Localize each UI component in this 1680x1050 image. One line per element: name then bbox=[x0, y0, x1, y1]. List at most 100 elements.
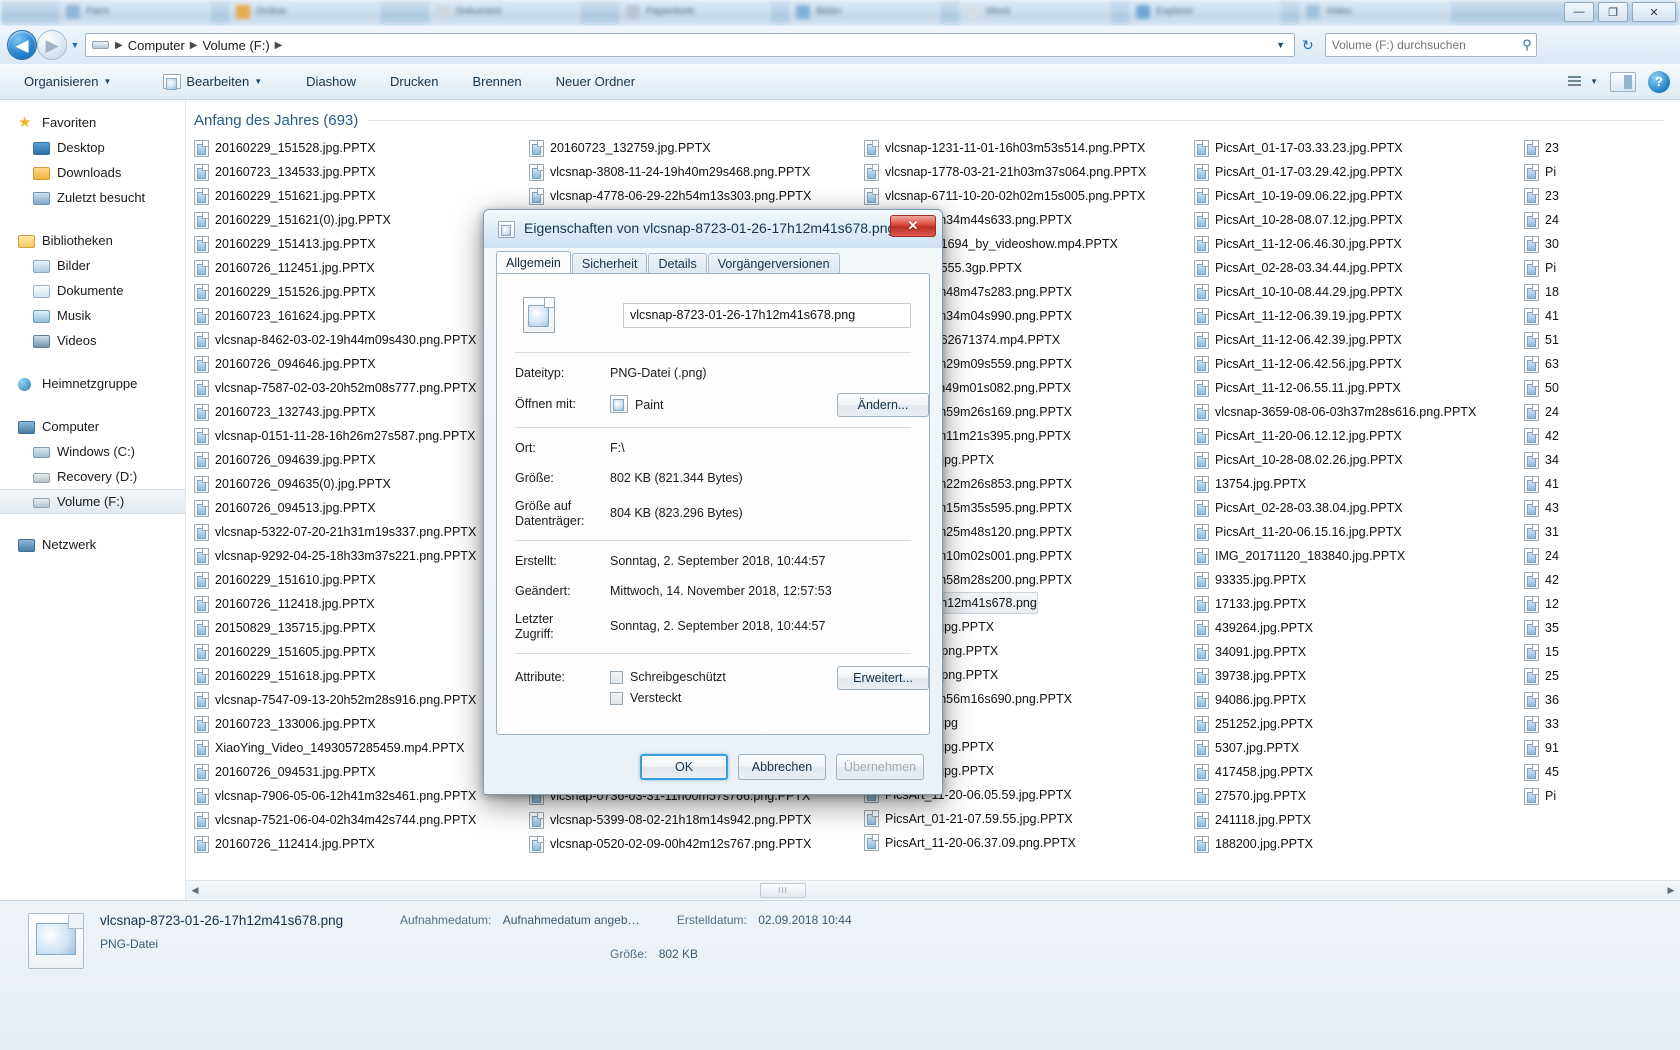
tab-details[interactable]: Details bbox=[648, 253, 707, 274]
file-item[interactable]: 20160229_151621(0).jpg.PPTX bbox=[192, 208, 527, 232]
apply-button[interactable]: Übernehmen bbox=[836, 754, 924, 780]
sidebar-item-computer[interactable]: Computer bbox=[0, 414, 185, 439]
dialog-tabs[interactable]: Allgemein Sicherheit Details Vorgängerve… bbox=[496, 251, 930, 274]
file-item[interactable]: 20160229_151413.jpg.PPTX bbox=[192, 232, 527, 256]
file-item[interactable]: vlcsnap-8462-03-02-19h44m09s430.png.PPTX bbox=[192, 328, 527, 352]
file-item[interactable]: 417458.jpg.PPTX bbox=[1192, 760, 1522, 784]
file-item[interactable]: PicsArt_01-21-07.59.55.jpg.PPTX bbox=[862, 807, 1192, 831]
cancel-button[interactable]: Abbrechen bbox=[738, 754, 826, 780]
file-item[interactable]: 20160229_151605.jpg.PPTX bbox=[192, 640, 527, 664]
search-box[interactable]: ⚲ bbox=[1324, 33, 1537, 57]
file-item[interactable]: 20160229_151526.jpg.PPTX bbox=[192, 280, 527, 304]
file-item[interactable]: 20160723_132759.jpg.PPTX bbox=[527, 136, 862, 160]
change-program-button[interactable]: Ändern... bbox=[837, 393, 929, 417]
file-item[interactable]: 41 bbox=[1522, 472, 1672, 496]
file-item[interactable]: 20160723_161624.jpg.PPTX bbox=[192, 304, 527, 328]
file-item[interactable]: Pi bbox=[1522, 784, 1672, 808]
file-item[interactable]: 33 bbox=[1522, 712, 1672, 736]
file-item[interactable]: PicsArt_10-28-08.02.26.jpg.PPTX bbox=[1192, 448, 1522, 472]
history-dropdown-icon[interactable]: ▼ bbox=[67, 30, 83, 60]
file-item[interactable]: 188200.jpg.PPTX bbox=[1192, 832, 1522, 856]
navigation-pane[interactable]: ★ Favoriten Desktop Downloads Zuletzt besuch… bbox=[0, 100, 186, 900]
file-item[interactable]: vlcsnap-4778-06-29-22h54m13s303.png.PPTX bbox=[527, 184, 862, 208]
file-item[interactable]: PicsArt_11-20-06.15.16.jpg.PPTX bbox=[1192, 520, 1522, 544]
refresh-icon[interactable]: ↻ bbox=[1295, 37, 1321, 54]
window-close-button[interactable]: ✕ bbox=[1632, 2, 1676, 22]
taskbar-item[interactable] bbox=[430, 2, 580, 24]
file-item[interactable]: vlcsnap-7587-02-03-20h52m08s777.png.PPTX bbox=[192, 376, 527, 400]
file-item[interactable]: 20150829_135715.jpg.PPTX bbox=[192, 616, 527, 640]
filename-field[interactable]: vlcsnap-8723-01-26-17h12m41s678.png bbox=[623, 302, 911, 328]
file-item[interactable]: 24 bbox=[1522, 544, 1672, 568]
details-capture-value[interactable]: Aufnahmedatum angeb… bbox=[495, 913, 640, 927]
file-item[interactable]: 39738.jpg.PPTX bbox=[1192, 664, 1522, 688]
organize-button[interactable]: Organisieren ▼ bbox=[12, 69, 123, 95]
slideshow-button[interactable]: Diashow bbox=[294, 69, 368, 95]
tab-allgemein[interactable]: Allgemein bbox=[496, 251, 571, 274]
file-item[interactable]: 30 bbox=[1522, 232, 1672, 256]
file-item[interactable]: PicsArt_02-28-03.34.44.jpg.PPTX bbox=[1192, 256, 1522, 280]
file-item[interactable]: 15 bbox=[1522, 640, 1672, 664]
properties-dialog[interactable]: Eigenschaften von vlcsnap-8723-01-26-17h… bbox=[483, 209, 943, 795]
file-item[interactable]: 20160726_112414.jpg.PPTX bbox=[192, 832, 527, 856]
dialog-titlebar[interactable]: Eigenschaften von vlcsnap-8723-01-26-17h… bbox=[484, 210, 942, 248]
file-item[interactable]: 17133.jpg.PPTX bbox=[1192, 592, 1522, 616]
window-controls[interactable]: — ❐ ✕ bbox=[1564, 0, 1676, 22]
sidebar-item-dokumente[interactable]: Dokumente bbox=[0, 278, 185, 303]
file-item[interactable]: vlcsnap-7521-06-04-02h34m42s744.png.PPTX bbox=[192, 808, 527, 832]
file-item[interactable]: PicsArt_02-28-03.38.04.jpg.PPTX bbox=[1192, 496, 1522, 520]
help-icon[interactable]: ? bbox=[1648, 70, 1670, 93]
file-item[interactable]: 35 bbox=[1522, 616, 1672, 640]
file-item[interactable]: 20160726_112418.jpg.PPTX bbox=[192, 592, 527, 616]
file-item[interactable]: vlcsnap-3808-11-24-19h40m29s468.png.PPTX bbox=[527, 160, 862, 184]
file-item[interactable]: PicsArt_11-20-06.37.09.png.PPTX bbox=[862, 831, 1192, 855]
file-item[interactable]: 20160726_112451.jpg.PPTX bbox=[192, 256, 527, 280]
file-item[interactable]: 23 bbox=[1522, 136, 1672, 160]
file-item[interactable]: 34091.jpg.PPTX bbox=[1192, 640, 1522, 664]
file-item[interactable]: 5307.jpg.PPTX bbox=[1192, 736, 1522, 760]
file-item[interactable]: 20160723_134533.jpg.PPTX bbox=[192, 160, 527, 184]
sidebar-item-favoriten[interactable]: ★ Favoriten bbox=[0, 110, 185, 135]
file-item[interactable]: vlcsnap-7906-05-06-12h41m32s461.png.PPTX bbox=[192, 784, 527, 808]
dialog-close-button[interactable]: ✕ bbox=[890, 215, 936, 237]
tab-vorgaengerversionen[interactable]: Vorgängerversionen bbox=[707, 253, 840, 274]
file-item[interactable]: vlcsnap-9292-04-25-18h33m37s221.png.PPTX bbox=[192, 544, 527, 568]
file-item[interactable]: Pi bbox=[1522, 160, 1672, 184]
burn-button[interactable]: Brennen bbox=[460, 69, 533, 95]
file-item[interactable]: 20160723_132743.jpg.PPTX bbox=[192, 400, 527, 424]
tab-sicherheit[interactable]: Sicherheit bbox=[571, 253, 648, 274]
view-chevron-down-icon[interactable]: ▼ bbox=[1590, 77, 1608, 86]
taskbar-item[interactable] bbox=[960, 2, 1110, 24]
file-item[interactable]: vlcsnap-0151-11-28-16h26m27s587.png.PPTX bbox=[192, 424, 527, 448]
file-item[interactable]: 12 bbox=[1522, 592, 1672, 616]
taskbar-item[interactable] bbox=[230, 2, 380, 24]
file-item[interactable]: 41 bbox=[1522, 304, 1672, 328]
file-item[interactable]: 20160726_094635(0).jpg.PPTX bbox=[192, 472, 527, 496]
breadcrumb-item-volume-f[interactable]: Volume (F:) bbox=[199, 37, 272, 54]
file-item[interactable]: 34 bbox=[1522, 448, 1672, 472]
file-item[interactable]: vlcsnap-3659-08-06-03h37m28s616.png.PPTX bbox=[1192, 400, 1522, 424]
file-item[interactable]: 51 bbox=[1522, 328, 1672, 352]
sidebar-item-netzwerk[interactable]: Netzwerk bbox=[0, 532, 185, 557]
taskbar-item[interactable] bbox=[60, 2, 210, 24]
back-button[interactable]: ◀ bbox=[7, 30, 37, 60]
edit-button[interactable]: Bearbeiten ▼ bbox=[151, 69, 274, 95]
file-item[interactable]: 20160229_151610.jpg.PPTX bbox=[192, 568, 527, 592]
file-item[interactable]: 439264.jpg.PPTX bbox=[1192, 616, 1522, 640]
file-item[interactable]: 27570.jpg.PPTX bbox=[1192, 784, 1522, 808]
file-item[interactable]: 251252.jpg.PPTX bbox=[1192, 712, 1522, 736]
minimize-button[interactable]: — bbox=[1564, 2, 1594, 22]
horizontal-scrollbar[interactable]: ◀ III ▶ bbox=[186, 880, 1680, 899]
sidebar-item-volume-f-[interactable]: Volume (F:) bbox=[0, 489, 185, 514]
file-item[interactable]: vlcsnap-6711-10-20-02h02m15s005.png.PPTX bbox=[862, 184, 1192, 208]
file-item[interactable]: 42 bbox=[1522, 424, 1672, 448]
file-item[interactable]: vlcsnap-5399-08-02-21h18m14s942.png.PPTX bbox=[527, 808, 862, 832]
preview-pane-icon[interactable] bbox=[1610, 71, 1636, 92]
file-item[interactable]: vlcsnap-1778-03-21-21h03m37s064.png.PPTX bbox=[862, 160, 1192, 184]
forward-button[interactable]: ▶ bbox=[37, 30, 67, 60]
sidebar-item-windows-c-[interactable]: Windows (C:) bbox=[0, 439, 185, 464]
file-item[interactable]: 91 bbox=[1522, 736, 1672, 760]
sidebar-item-musik[interactable]: Musik bbox=[0, 303, 185, 328]
file-item[interactable]: PicsArt_11-20-06.12.12.jpg.PPTX bbox=[1192, 424, 1522, 448]
taskbar-item[interactable] bbox=[1130, 2, 1280, 24]
